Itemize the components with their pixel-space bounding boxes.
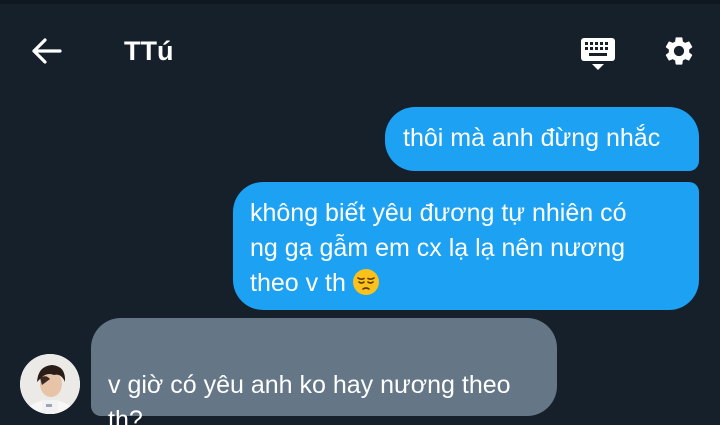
pensive-face-icon [352, 269, 379, 295]
keyboard-icon [581, 38, 615, 70]
gear-icon [665, 37, 693, 65]
keyboard-button[interactable] [574, 32, 622, 76]
conversation-header: TTú [0, 4, 720, 94]
conversation-title[interactable]: TTú [124, 34, 173, 68]
message-bubble-incoming[interactable]: v giờ có yêu anh ko hay nương theo th? [91, 318, 557, 425]
message-bubble-outgoing[interactable]: thôi mà anh đừng nhắc [385, 107, 699, 171]
dm-conversation-screen: TTú thôi mà anh đừng nhắc không biết yêu… [0, 0, 720, 425]
contact-avatar[interactable] [20, 354, 80, 414]
message-bubble-outgoing[interactable]: không biết yêu đương tự nhiên có ng gạ g… [233, 182, 699, 310]
settings-button[interactable] [656, 28, 702, 74]
back-button[interactable] [24, 28, 70, 74]
arrow-left-icon [32, 38, 62, 64]
avatar-photo [20, 354, 80, 414]
message-text: v giờ có yêu anh ko hay nương theo th? [108, 371, 511, 425]
message-text: không biết yêu đương tự nhiên có ng gạ g… [250, 199, 627, 297]
message-text: thôi mà anh đừng nhắc [403, 124, 661, 152]
